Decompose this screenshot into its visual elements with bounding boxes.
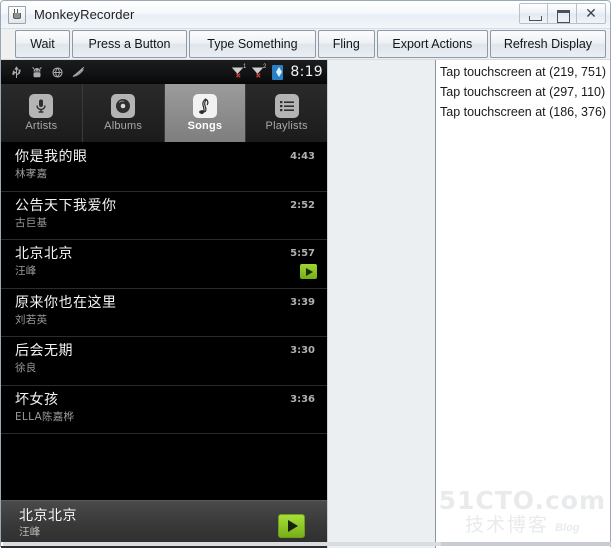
close-button[interactable]: ✕ [577,3,606,24]
log-entry[interactable]: Tap touchscreen at (297, 110) [440,82,610,102]
window-title: MonkeyRecorder [34,7,135,22]
action-toolbar: Wait Press a Button Type Something Fling… [1,29,610,60]
status-bar-clock: 8:19 [290,64,323,80]
signal-1-icon: 1 ✖ [232,64,247,80]
signal-2-icon: 2 ✖ [252,64,267,80]
song-artist: 徐良 [15,362,37,374]
minimize-button[interactable] [519,3,548,24]
window-bottom-edge [1,542,611,546]
watermark: 51CTO.com 技术博客 Blog [438,486,606,537]
java-coffee-cup-icon [8,5,26,24]
spacer-panel [327,60,435,548]
song-list-item[interactable]: 你是我的眼 林宯嘉 4:43 [1,143,327,192]
signal-2-no-service-icon: ✖ [255,72,262,80]
tab-playlists-label: Playlists [265,120,308,132]
song-list-item[interactable]: 北京北京 汪峰 5:57 [1,240,327,289]
now-playing-indicator-icon [300,264,317,279]
press-a-button-button[interactable]: Press a Button [71,30,188,58]
song-duration: 2:52 [290,199,315,211]
watermark-subtitle-row: 技术博客 Blog [439,514,606,536]
song-title: 北京北京 [15,246,73,262]
song-title: 原来你也在这里 [15,294,117,311]
music-note-icon [192,94,217,118]
tab-artists-label: Artists [25,120,58,132]
now-playing-artist: 汪峰 [19,526,41,538]
log-entry[interactable]: Tap touchscreen at (219, 751) [440,62,610,82]
watermark-site: 51CTO.com [438,486,606,515]
action-log-panel[interactable]: Tap touchscreen at (219, 751) Tap touchs… [435,60,610,548]
signal-1-no-service-icon: ✖ [235,72,242,80]
sync-icon [52,66,63,78]
song-duration: 3:39 [290,296,315,308]
song-artist: 古巨基 [15,216,48,229]
battery-charging-icon [272,64,284,80]
tab-songs-label: Songs [187,120,223,132]
disc-icon [111,94,136,118]
device-tab-bar: Artists Albums Songs Playlists [1,84,327,143]
minimize-icon [529,16,542,21]
song-list-item[interactable]: 后会无期 徐良 3:30 [1,337,327,386]
song-duration: 3:30 [290,345,315,356]
silent-mode-icon [72,66,85,78]
song-title: 你是我的眼 [15,149,88,165]
song-title: 后会无期 [15,343,73,359]
tab-songs[interactable]: Songs [164,84,247,142]
close-icon: ✕ [585,5,597,22]
title-bar: MonkeyRecorder ✕ [1,1,610,29]
watermark-subtitle: 技术博客 [465,514,550,536]
type-something-button[interactable]: Type Something [189,30,316,58]
maximize-button[interactable] [548,3,577,24]
watermark-blog-label: Blog [555,522,580,534]
log-entry[interactable]: Tap touchscreen at (186, 376) [440,102,610,122]
refresh-display-button[interactable]: Refresh Display [489,30,606,58]
maximize-icon [557,10,570,23]
export-actions-button[interactable]: Export Actions [376,30,488,58]
android-debug-icon [32,66,42,77]
song-title: 坏女孩 [15,391,59,408]
monkeyrecorder-window: MonkeyRecorder ✕ Wait Press a Button Typ… [0,0,611,548]
signal-1-label: 1 [243,64,247,70]
song-list[interactable]: 你是我的眼 林宯嘉 4:43 公告天下我爱你 古巨基 2:52 北京北京 汪峰 … [1,143,327,500]
song-duration: 4:43 [290,151,315,162]
song-artist: 林宯嘉 [15,168,48,180]
song-artist: ELLA陈嘉桦 [15,410,75,423]
play-icon[interactable] [278,514,305,538]
list-icon [274,94,299,118]
device-screen[interactable]: 1 ✖ 2 ✖ 8:19 Artists Albums Songs Playli… [1,60,327,548]
status-bar-right-icons: 1 ✖ 2 ✖ 8:19 [232,60,323,84]
content-area: 1 ✖ 2 ✖ 8:19 Artists Albums Songs Playli… [1,60,610,548]
fling-button[interactable]: Fling [317,30,375,58]
song-duration: 5:57 [290,248,315,259]
song-duration: 3:36 [290,393,315,405]
now-playing-title: 北京北京 [19,508,77,524]
microphone-icon [29,94,54,118]
tab-artists[interactable]: Artists [1,84,83,142]
tab-playlists[interactable]: Playlists [246,84,327,142]
status-bar-left-icons [11,65,85,79]
signal-2-label: 2 [263,64,267,70]
song-list-item[interactable]: 坏女孩 ELLA陈嘉桦 3:36 [1,385,327,434]
android-status-bar: 1 ✖ 2 ✖ 8:19 [1,60,327,84]
wait-button[interactable]: Wait [15,30,70,58]
song-artist: 刘若英 [15,313,48,326]
window-controls: ✕ [519,3,606,24]
song-list-item[interactable]: 原来你也在这里 刘若英 3:39 [1,288,327,337]
song-artist: 汪峰 [15,265,37,277]
tab-albums-label: Albums [104,120,143,132]
tab-albums[interactable]: Albums [83,84,165,142]
song-list-item[interactable]: 公告天下我爱你 古巨基 2:52 [1,191,327,240]
now-playing-bar[interactable]: 北京北京 汪峰 [1,500,327,548]
usb-icon [12,65,21,78]
song-title: 公告天下我爱你 [15,197,117,214]
